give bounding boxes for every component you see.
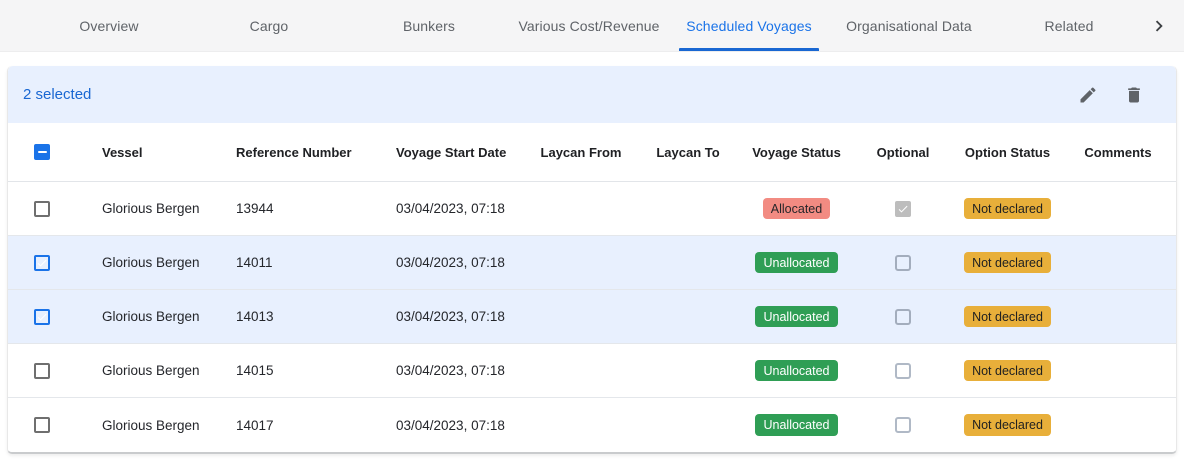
option-status-badge: Not declared [964, 414, 1051, 436]
option-status-cell: Not declared [955, 360, 1060, 382]
selection-toolbar: 2 selected [8, 66, 1176, 123]
scheduled-voyages-page: Overview Cargo Bunkers Various Cost/Reve… [0, 0, 1184, 470]
reference-number-cell: 13944 [236, 201, 396, 216]
option-status-cell: Not declared [955, 198, 1060, 220]
optional-cell [851, 201, 955, 217]
voyage-start-date-cell: 03/04/2023, 07:18 [396, 309, 528, 324]
edit-button[interactable] [1076, 83, 1100, 107]
table-body: Glorious Bergen 13944 03/04/2023, 07:18 … [8, 182, 1176, 452]
option-status-badge: Not declared [964, 306, 1051, 328]
row-checkbox[interactable] [34, 201, 50, 217]
chevron-right-icon [1148, 15, 1170, 37]
column-header-voyage-start-date: Voyage Start Date [396, 145, 528, 160]
optional-cell [851, 417, 955, 433]
optional-cell [851, 363, 955, 379]
reference-number-cell: 14011 [236, 255, 396, 270]
indeterminate-dash [38, 151, 47, 153]
voyage-status-cell: Unallocated [742, 306, 851, 328]
optional-checkbox [895, 201, 911, 217]
voyage-start-date-cell: 03/04/2023, 07:18 [396, 418, 528, 433]
voyage-status-cell: Unallocated [742, 252, 851, 274]
tab-overview[interactable]: Overview [29, 0, 189, 51]
reference-number-cell: 14013 [236, 309, 396, 324]
table-row[interactable]: Glorious Bergen 14013 03/04/2023, 07:18 … [8, 290, 1176, 344]
voyage-status-cell: Unallocated [742, 360, 851, 382]
optional-cell [851, 255, 955, 271]
table-row[interactable]: Glorious Bergen 14011 03/04/2023, 07:18 … [8, 236, 1176, 290]
optional-checkbox[interactable] [895, 417, 911, 433]
row-checkbox[interactable] [34, 255, 50, 271]
row-checkbox[interactable] [34, 309, 50, 325]
voyage-status-cell: Unallocated [742, 414, 851, 436]
voyage-start-date-cell: 03/04/2023, 07:18 [396, 201, 528, 216]
optional-checkbox[interactable] [895, 309, 911, 325]
voyage-start-date-cell: 03/04/2023, 07:18 [396, 363, 528, 378]
vessel-cell: Glorious Bergen [102, 418, 236, 433]
pencil-icon [1078, 85, 1098, 105]
voyage-status-badge: Unallocated [755, 252, 837, 274]
voyage-status-badge: Unallocated [755, 306, 837, 328]
select-all-checkbox[interactable] [34, 144, 50, 160]
option-status-badge: Not declared [964, 198, 1051, 220]
voyage-status-badge: Allocated [763, 198, 830, 220]
table-row[interactable]: Glorious Bergen 13944 03/04/2023, 07:18 … [8, 182, 1176, 236]
optional-checkbox[interactable] [895, 255, 911, 271]
voyage-start-date-cell: 03/04/2023, 07:18 [396, 255, 528, 270]
option-status-badge: Not declared [964, 360, 1051, 382]
column-header-comments: Comments [1060, 145, 1176, 160]
trash-icon [1124, 85, 1144, 105]
voyage-status-badge: Unallocated [755, 360, 837, 382]
reference-number-cell: 14015 [236, 363, 396, 378]
tab-related[interactable]: Related [989, 0, 1149, 51]
vessel-cell: Glorious Bergen [102, 309, 236, 324]
scheduled-voyages-card: 2 selected [7, 66, 1177, 454]
selection-actions [1076, 83, 1146, 107]
table-header-row: Vessel Reference Number Voyage Start Dat… [8, 123, 1176, 182]
row-checkbox[interactable] [34, 363, 50, 379]
option-status-cell: Not declared [955, 306, 1060, 328]
tabs-scroll-right-button[interactable] [1142, 0, 1176, 52]
optional-cell [851, 309, 955, 325]
column-header-optional: Optional [851, 145, 955, 160]
column-header-reference-number: Reference Number [236, 145, 396, 160]
column-header-laycan-from: Laycan From [528, 145, 634, 160]
option-status-cell: Not declared [955, 414, 1060, 436]
vessel-cell: Glorious Bergen [102, 255, 236, 270]
reference-number-cell: 14017 [236, 418, 396, 433]
column-header-laycan-to: Laycan To [634, 145, 742, 160]
selected-count-label: 2 selected [23, 86, 91, 103]
table-row[interactable]: Glorious Bergen 14015 03/04/2023, 07:18 … [8, 344, 1176, 398]
tab-organisational-data[interactable]: Organisational Data [829, 0, 989, 51]
tab-cargo[interactable]: Cargo [189, 0, 349, 51]
tab-bunkers[interactable]: Bunkers [349, 0, 509, 51]
table-row[interactable]: Glorious Bergen 14017 03/04/2023, 07:18 … [8, 398, 1176, 452]
option-status-badge: Not declared [964, 252, 1051, 274]
optional-checkbox[interactable] [895, 363, 911, 379]
column-header-vessel: Vessel [102, 145, 236, 160]
option-status-cell: Not declared [955, 252, 1060, 274]
tab-various-cost-revenue[interactable]: Various Cost/Revenue [509, 0, 669, 51]
column-header-voyage-status: Voyage Status [742, 145, 851, 160]
vessel-cell: Glorious Bergen [102, 363, 236, 378]
vessel-cell: Glorious Bergen [102, 201, 236, 216]
row-checkbox[interactable] [34, 417, 50, 433]
tab-bar: Overview Cargo Bunkers Various Cost/Reve… [0, 0, 1184, 52]
voyage-status-cell: Allocated [742, 198, 851, 220]
delete-button[interactable] [1122, 83, 1146, 107]
voyage-status-badge: Unallocated [755, 414, 837, 436]
column-header-option-status: Option Status [955, 145, 1060, 160]
tab-scheduled-voyages[interactable]: Scheduled Voyages [669, 0, 829, 51]
